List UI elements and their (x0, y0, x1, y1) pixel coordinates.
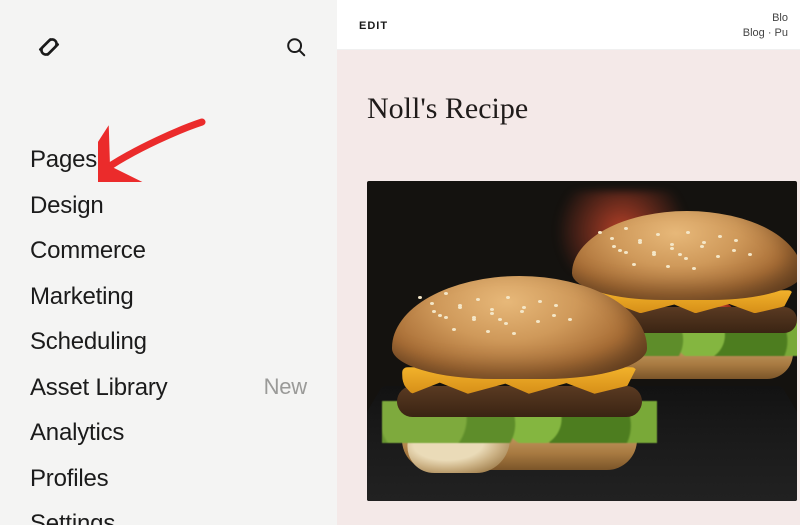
admin-sidebar: Pages Design Commerce Marketing Scheduli… (0, 0, 337, 525)
site-title: Noll's Recipe (367, 92, 800, 126)
hero-image (367, 181, 797, 501)
sidebar-item-label: Commerce (30, 233, 146, 269)
sidebar-item-label: Marketing (30, 279, 134, 315)
search-icon[interactable] (285, 36, 307, 58)
page-meta-line2: Blog · Pu (743, 26, 788, 40)
sidebar-item-settings[interactable]: Settings (30, 506, 307, 525)
page-meta-line1: Blo (743, 11, 788, 25)
sidebar-item-profiles[interactable]: Profiles (30, 461, 307, 497)
sidebar-item-design[interactable]: Design (30, 188, 307, 224)
edit-button[interactable]: EDIT (359, 20, 388, 32)
site-preview-panel: EDIT Blo Blog · Pu Noll's Recipe (337, 0, 800, 525)
page-meta-info: Blo Blog · Pu (743, 11, 788, 40)
preview-canvas[interactable]: Noll's Recipe (337, 50, 800, 525)
sidebar-item-asset-library[interactable]: Asset Library New (30, 370, 307, 406)
sidebar-nav: Pages Design Commerce Marketing Scheduli… (0, 142, 337, 525)
new-badge: New (264, 371, 307, 404)
sidebar-item-label: Profiles (30, 461, 108, 497)
sidebar-item-analytics[interactable]: Analytics (30, 415, 307, 451)
sidebar-item-marketing[interactable]: Marketing (30, 279, 307, 315)
sidebar-item-commerce[interactable]: Commerce (30, 233, 307, 269)
preview-header: EDIT Blo Blog · Pu (337, 0, 800, 50)
sidebar-item-label: Design (30, 188, 104, 224)
sidebar-item-label: Analytics (30, 415, 124, 451)
sidebar-item-label: Scheduling (30, 324, 147, 360)
sidebar-item-scheduling[interactable]: Scheduling (30, 324, 307, 360)
sidebar-item-label: Pages (30, 142, 97, 178)
sidebar-item-label: Asset Library (30, 370, 167, 406)
sidebar-top-row (0, 22, 337, 72)
app-frame: Pages Design Commerce Marketing Scheduli… (0, 0, 800, 525)
sidebar-item-pages[interactable]: Pages (30, 142, 307, 178)
sidebar-item-label: Settings (30, 506, 115, 525)
squarespace-logo-icon[interactable] (34, 32, 64, 62)
